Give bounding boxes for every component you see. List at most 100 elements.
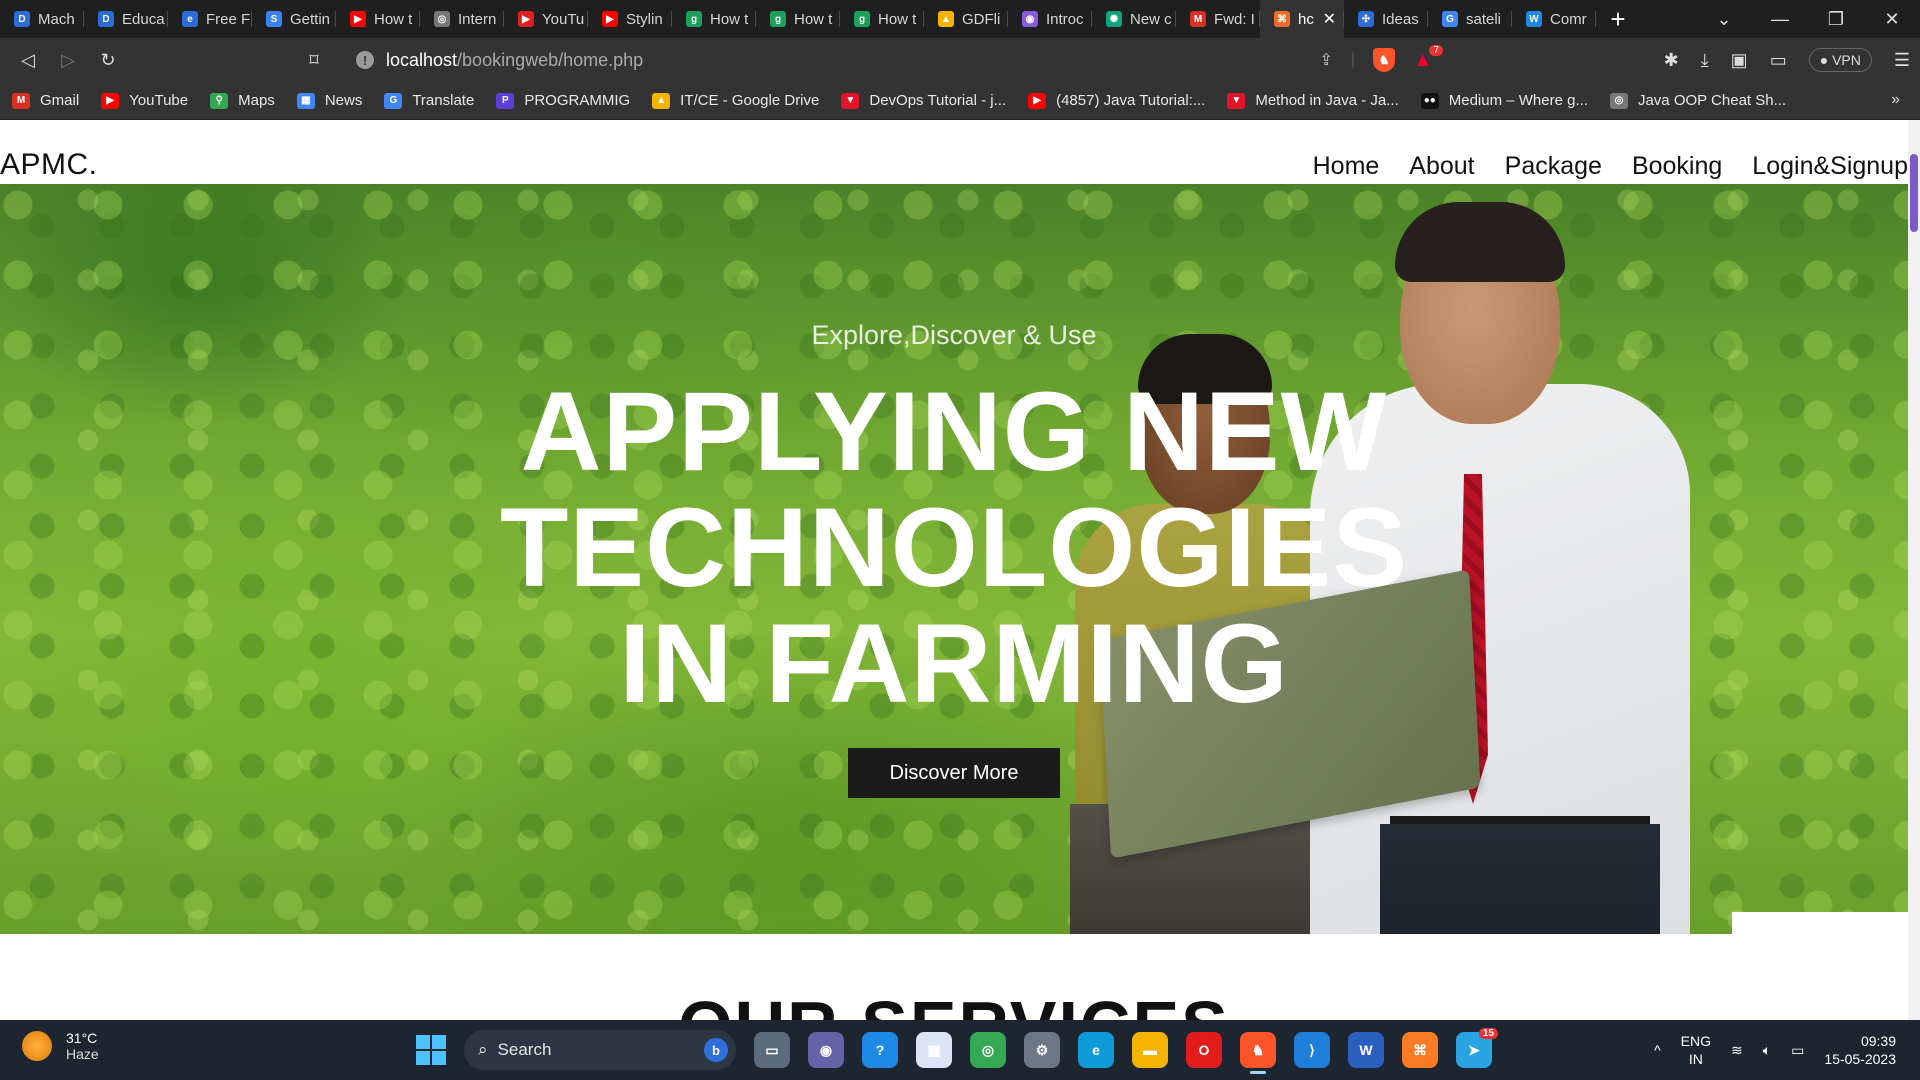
bookmark-item[interactable]: ▦ News [296, 92, 362, 109]
bookmark-item[interactable]: ▶ (4857) Java Tutorial:... [1028, 92, 1205, 109]
slider-prev-button[interactable]: ‹ [1732, 912, 1820, 934]
tab[interactable]: ✣ Ideas [1344, 0, 1428, 38]
bookmark-item[interactable]: P PROGRAMMIG [496, 92, 630, 109]
bookmark-item[interactable]: ▲ IT/CE - Google Drive [652, 92, 819, 109]
search-placeholder: Search [497, 1040, 552, 1059]
bookmark-item[interactable]: ▼ Method in Java - Ja... [1227, 92, 1399, 109]
brave-shields-icon[interactable]: ♞ [1373, 48, 1395, 72]
bookmark-item[interactable]: ▼ DevOps Tutorial - j... [841, 92, 1006, 109]
forward-button[interactable]: ▷ [48, 38, 88, 82]
reload-button[interactable]: ↻ [88, 38, 128, 82]
sidebar-icon[interactable]: ▣ [1731, 50, 1748, 71]
tab-active[interactable]: ⌘ hc ✕ [1260, 0, 1344, 38]
bookmark-icon[interactable]: ⌑ [294, 38, 334, 82]
help-icon[interactable]: ? [862, 1032, 898, 1068]
tab-favicon-icon: e [182, 11, 198, 27]
word-icon[interactable]: W [1348, 1032, 1384, 1068]
wallet-icon[interactable]: ▭ [1770, 50, 1787, 71]
tab[interactable]: ✺ New c [1092, 0, 1176, 38]
battery-icon[interactable]: ▭ [1791, 1042, 1804, 1059]
xampp-icon[interactable]: ⌘ [1402, 1032, 1438, 1068]
chrome-icon[interactable]: ◎ [970, 1032, 1006, 1068]
volume-icon[interactable]: 🔈︎ [1763, 1042, 1771, 1059]
tab[interactable]: D Mach [0, 0, 84, 38]
vpn-button[interactable]: ● VPN [1808, 48, 1872, 72]
nav-about[interactable]: About [1409, 152, 1474, 181]
close-window-button[interactable]: ✕ [1864, 0, 1920, 38]
nav-home[interactable]: Home [1313, 152, 1380, 181]
back-button[interactable]: ◁ [8, 38, 48, 82]
tab-label: Mach [38, 10, 75, 28]
tab[interactable]: g How t [840, 0, 924, 38]
nav-package[interactable]: Package [1505, 152, 1602, 181]
tab-strip: D Mach D Educa e Free F S Gettin ▶ How t ◎ Intern ▶ Y… [0, 0, 1920, 38]
taskbar-search[interactable]: ⌕ Search b [464, 1030, 736, 1070]
bookmarks-overflow-button[interactable]: » [1891, 91, 1900, 109]
tab[interactable]: S Gettin [252, 0, 336, 38]
tab[interactable]: M Fwd: I [1176, 0, 1260, 38]
clock[interactable]: 09:39 15-05-2023 [1824, 1032, 1896, 1068]
downloads-icon[interactable]: ⤓ [1701, 50, 1709, 71]
bing-icon[interactable]: b [704, 1038, 728, 1062]
tab[interactable]: Gsateli [1428, 0, 1512, 38]
settings-icon[interactable]: ⚙ [1024, 1032, 1060, 1068]
extensions-icon[interactable]: ✱ [1664, 50, 1679, 71]
weather-widget[interactable]: 31°C Haze [22, 1030, 99, 1062]
language-indicator[interactable]: ENG IN [1681, 1032, 1711, 1068]
whiteboard-icon[interactable]: ▦ [916, 1032, 952, 1068]
scrollbar-thumb[interactable] [1910, 154, 1918, 232]
share-icon[interactable]: ⇪ [1319, 50, 1332, 70]
start-button[interactable] [416, 1035, 446, 1065]
new-tab-button[interactable]: + [1596, 0, 1640, 38]
bookmark-item[interactable]: ⚲ Maps [210, 92, 275, 109]
bookmark-item[interactable]: M Gmail [12, 92, 79, 109]
tab[interactable]: ▶ YouTu [504, 0, 588, 38]
tab-search-icon[interactable]: ⌄ [1696, 0, 1752, 38]
vscode-icon[interactable]: ⟩ [1294, 1032, 1330, 1068]
slider-next-button[interactable]: › [1820, 912, 1908, 934]
bookmark-item[interactable]: ◎ Java OOP Cheat Sh... [1609, 92, 1786, 109]
brave-rewards-icon[interactable]: ▲ 7 [1413, 45, 1443, 71]
tab[interactable]: ▶ How t [336, 0, 420, 38]
minimize-button[interactable]: — [1752, 0, 1808, 38]
tab[interactable]: g How t [756, 0, 840, 38]
tab-favicon-icon: ◎ [434, 11, 450, 27]
edge-glyph: e [1092, 1042, 1100, 1058]
tray-overflow-icon[interactable]: ^ [1654, 1042, 1661, 1058]
menu-icon[interactable]: ☰ [1894, 50, 1910, 71]
tab-label: Introc [1046, 10, 1084, 28]
tab[interactable]: D Educa [84, 0, 168, 38]
restore-button[interactable]: ❐ [1808, 0, 1864, 38]
tab[interactable]: ▶ Stylin [588, 0, 672, 38]
tab[interactable]: g How t [672, 0, 756, 38]
file-explorer-preview-icon[interactable]: ▭ [754, 1032, 790, 1068]
tab[interactable]: e Free F [168, 0, 252, 38]
bookmark-item[interactable]: G Translate [384, 92, 474, 109]
page-scrollbar[interactable] [1908, 120, 1920, 1020]
discover-more-button[interactable]: Discover More [848, 748, 1060, 798]
tab[interactable]: ▲ GDFli [924, 0, 1008, 38]
site-logo[interactable]: APMC. [0, 148, 98, 182]
nav-login-signup[interactable]: Login&Signup [1752, 152, 1908, 181]
bookmark-item[interactable]: ●● Medium – Where g... [1420, 92, 1588, 109]
nav-booking[interactable]: Booking [1632, 152, 1722, 181]
bookmark-favicon-icon: ▼ [1227, 92, 1246, 109]
opera-glyph: O [1198, 1042, 1210, 1058]
folder-icon[interactable]: ▬ [1132, 1032, 1168, 1068]
bookmark-item[interactable]: ▶ YouTube [101, 92, 188, 109]
tab[interactable]: W Comr [1512, 0, 1596, 38]
opera-icon[interactable]: O [1186, 1032, 1222, 1068]
close-tab-icon[interactable]: ✕ [1323, 9, 1336, 29]
address-bar[interactable]: ! localhost/bookingweb/home.php ⇪ | ♞ ▲ 7 [342, 43, 1457, 77]
bookmark-label: (4857) Java Tutorial:... [1056, 92, 1206, 109]
tab[interactable]: ◉ Introc [1008, 0, 1092, 38]
brave-icon[interactable]: ♞ [1240, 1032, 1276, 1074]
telegram-icon[interactable]: ➤ 15 [1456, 1028, 1498, 1068]
teams-icon[interactable]: ◉ [808, 1032, 844, 1068]
tab-label: GDFli [962, 10, 1001, 28]
tab[interactable]: ◎ Intern [420, 0, 504, 38]
site-info-icon[interactable]: ! [356, 51, 374, 69]
edge-icon[interactable]: e [1078, 1032, 1114, 1068]
wifi-icon[interactable]: ≋ [1731, 1042, 1743, 1059]
teams-glyph: ◉ [819, 1041, 833, 1058]
